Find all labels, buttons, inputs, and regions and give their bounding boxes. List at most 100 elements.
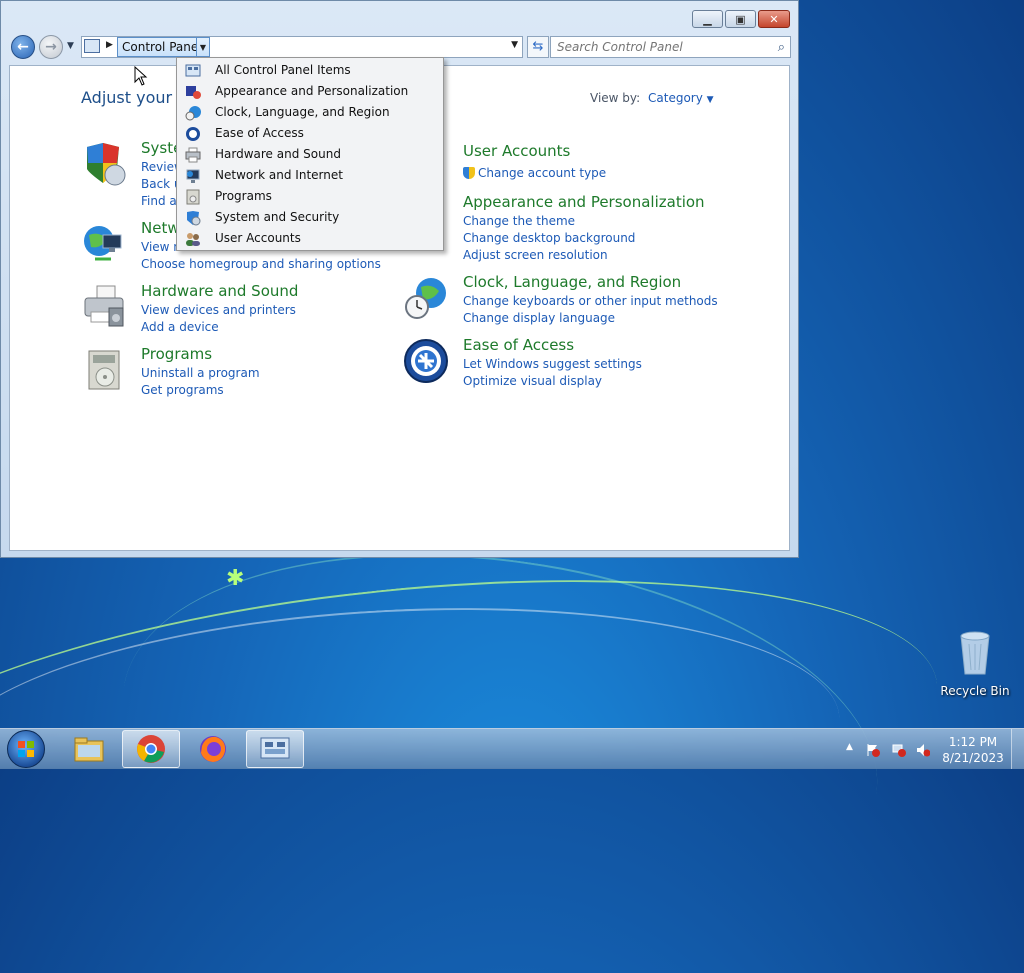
file-explorer-icon	[74, 737, 104, 762]
forward-button[interactable]: →	[39, 35, 63, 59]
menu-item-all-control-panel-items[interactable]: All Control Panel Items	[177, 60, 443, 81]
volume-muted-icon[interactable]	[916, 742, 931, 757]
taskbar: ▲ 1:12 PM 8/21/2023	[0, 728, 1024, 769]
clock-globe-icon	[403, 275, 449, 321]
menu-item-user-accounts[interactable]: User Accounts	[177, 228, 443, 249]
view-by-dropdown[interactable]: Category ▼	[648, 91, 714, 105]
category-link[interactable]: Let Windows suggest settings	[463, 357, 642, 371]
address-history-dropdown[interactable]: ▼	[511, 40, 518, 50]
show-desktop-button[interactable]	[1011, 729, 1024, 769]
category-title[interactable]: Programs	[141, 345, 212, 363]
taskbar-firefox-button[interactable]	[184, 730, 242, 768]
action-center-flag-icon[interactable]	[866, 742, 880, 757]
minimize-button[interactable]: ▁	[692, 10, 723, 28]
clock-globe-icon	[185, 105, 201, 121]
category-link[interactable]: Uninstall a program	[141, 366, 260, 380]
menu-item-label: Programs	[215, 189, 272, 203]
category-link-label: Change account type	[478, 166, 607, 180]
ease-of-access-icon	[403, 338, 449, 384]
maximize-icon: ▣	[735, 12, 746, 26]
control-panel-icon	[260, 737, 290, 759]
breadcrumb-dropdown-button[interactable]: ▼	[196, 37, 210, 57]
chrome-icon	[137, 735, 165, 763]
category-link[interactable]: Change keyboards or other input methods	[463, 294, 718, 308]
category-link[interactable]: Choose homegroup and sharing options	[141, 257, 381, 271]
category-title[interactable]: Hardware and Sound	[141, 282, 298, 300]
category-link[interactable]: Add a device	[141, 320, 219, 334]
category-link[interactable]: Change display language	[463, 311, 615, 325]
category-link[interactable]: View n	[141, 240, 181, 254]
menu-item-label: Ease of Access	[215, 126, 304, 140]
forward-arrow-icon: →	[45, 39, 57, 55]
shield-icon	[81, 141, 127, 187]
control-panel-icon	[185, 63, 201, 79]
refresh-button[interactable]: ⇆	[527, 36, 549, 58]
system-security-icon	[185, 210, 201, 226]
search-box[interactable]: ⌕	[550, 36, 791, 58]
ease-of-access-icon	[185, 126, 201, 142]
category-link[interactable]: Adjust screen resolution	[463, 248, 608, 262]
view-by-label: View by:	[590, 91, 641, 105]
wallpaper-leaf-icon: ✱	[226, 566, 245, 591]
search-icon[interactable]: ⌕	[778, 38, 785, 58]
taskbar-chrome-button[interactable]	[122, 730, 180, 768]
menu-item-system-and-security[interactable]: System and Security	[177, 207, 443, 228]
maximize-button[interactable]: ▣	[725, 10, 756, 28]
back-arrow-icon: ←	[17, 39, 29, 55]
menu-item-programs[interactable]: Programs	[177, 186, 443, 207]
category-title[interactable]: Appearance and Personalization	[463, 193, 705, 211]
network-icon	[185, 168, 201, 184]
users-icon	[185, 231, 201, 247]
category-title[interactable]: Ease of Access	[463, 336, 574, 354]
category-link[interactable]: Change the theme	[463, 214, 575, 228]
category-title[interactable]: Clock, Language, and Region	[463, 273, 681, 291]
uac-shield-icon	[463, 167, 475, 179]
category-title[interactable]: User Accounts	[463, 142, 570, 160]
menu-item-label: Appearance and Personalization	[215, 84, 409, 98]
category-link[interactable]: Change desktop background	[463, 231, 635, 245]
category-link[interactable]: View devices and printers	[141, 303, 296, 317]
category-link[interactable]: Change account type	[463, 166, 606, 180]
search-input[interactable]	[557, 38, 757, 56]
category-title[interactable]: Netw	[141, 219, 180, 237]
menu-item-appearance[interactable]: Appearance and Personalization	[177, 81, 443, 102]
programs-icon	[81, 347, 127, 393]
menu-item-label: Hardware and Sound	[215, 147, 341, 161]
close-button[interactable]: ✕	[758, 10, 790, 28]
taskbar-file-explorer-button[interactable]	[60, 730, 118, 768]
chevron-down-icon: ▼	[706, 95, 714, 105]
mouse-cursor-icon	[134, 65, 148, 90]
menu-item-ease-of-access[interactable]: Ease of Access	[177, 123, 443, 144]
taskbar-control-panel-button[interactable]	[246, 730, 304, 768]
control-panel-icon	[84, 39, 100, 53]
view-by-value: Category	[648, 91, 703, 105]
menu-item-network-and-internet[interactable]: Network and Internet	[177, 165, 443, 186]
recent-pages-dropdown[interactable]: ▼	[67, 41, 74, 51]
category-link[interactable]: Optimize visual display	[463, 374, 602, 388]
category-link[interactable]: Get programs	[141, 383, 224, 397]
menu-item-label: All Control Panel Items	[215, 63, 351, 77]
close-icon: ✕	[769, 12, 779, 26]
menu-item-hardware-and-sound[interactable]: Hardware and Sound	[177, 144, 443, 165]
back-button[interactable]: ←	[11, 35, 35, 59]
network-tray-icon[interactable]	[892, 742, 906, 757]
recycle-bin-icon	[960, 631, 990, 675]
printer-icon	[185, 147, 201, 163]
menu-item-label: Network and Internet	[215, 168, 343, 182]
address-bar[interactable]: ▶ Control Panel ▼ ▼	[81, 36, 523, 58]
firefox-icon	[200, 736, 226, 762]
appearance-icon	[185, 84, 201, 100]
refresh-icon: ⇆	[532, 39, 544, 54]
printer-icon	[81, 284, 127, 330]
breadcrumb-control-panel[interactable]: Control Panel	[117, 37, 207, 57]
clock-date: 8/21/2023	[942, 751, 1004, 765]
system-clock[interactable]: 1:12 PM 8/21/2023	[940, 734, 1006, 766]
show-hidden-icons-button[interactable]: ▲	[846, 742, 853, 752]
network-globe-icon	[81, 221, 127, 267]
menu-item-clock-language-region[interactable]: Clock, Language, and Region	[177, 102, 443, 123]
caption-buttons: ▁ ▣ ✕	[692, 10, 790, 28]
start-button[interactable]	[7, 730, 45, 768]
breadcrumb-arrow-icon[interactable]: ▶	[106, 40, 113, 50]
recycle-bin-desktop-icon[interactable]: Recycle Bin	[938, 630, 1012, 698]
recycle-bin-label: Recycle Bin	[940, 684, 1010, 698]
